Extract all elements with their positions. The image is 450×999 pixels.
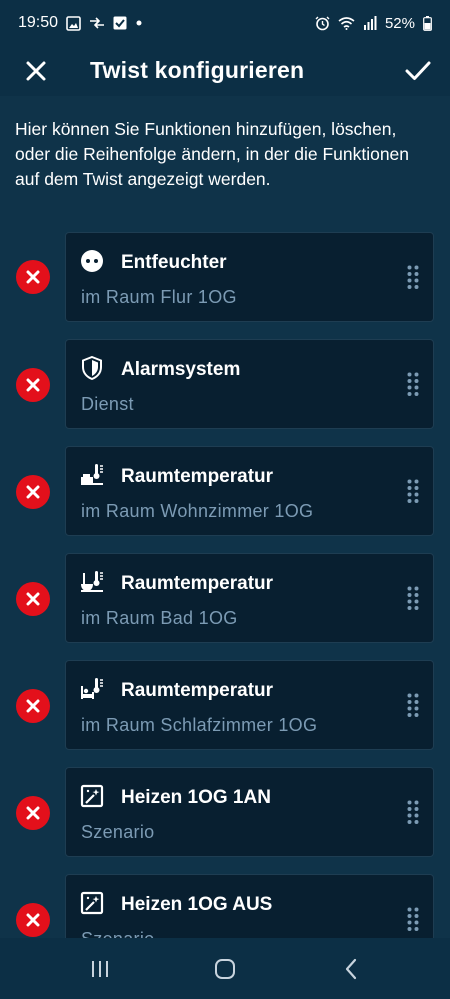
back-icon bbox=[345, 958, 357, 980]
system-nav-bar bbox=[0, 938, 450, 999]
remove-icon bbox=[26, 699, 40, 713]
drag-handle-icon[interactable] bbox=[407, 372, 419, 396]
card-title: Raumtemperatur bbox=[121, 573, 274, 594]
thermostat-bath-icon bbox=[80, 570, 104, 594]
remove-button[interactable] bbox=[16, 475, 50, 509]
function-card[interactable]: Entfeuchter im Raum Flur 1OG bbox=[65, 232, 434, 322]
battery-icon bbox=[423, 15, 432, 31]
close-button[interactable] bbox=[20, 55, 52, 87]
remove-icon bbox=[26, 913, 40, 927]
drag-handle-icon[interactable] bbox=[407, 800, 419, 824]
gallery-notification-icon bbox=[66, 15, 81, 31]
dot-notification-icon bbox=[135, 19, 143, 27]
drag-handle-icon[interactable] bbox=[407, 479, 419, 503]
card-subtitle: im Raum Wohnzimmer 1OG bbox=[81, 501, 314, 521]
list-item: Raumtemperatur im Raum Schlafzimmer 1OG bbox=[0, 660, 450, 752]
checkbox-notification-icon bbox=[113, 16, 127, 30]
card-subtitle: im Raum Bad 1OG bbox=[81, 608, 238, 628]
recent-apps-button[interactable] bbox=[85, 956, 115, 982]
remove-icon bbox=[26, 378, 40, 392]
back-button[interactable] bbox=[336, 956, 366, 982]
list-item: Entfeuchter im Raum Flur 1OG bbox=[0, 232, 450, 324]
status-time: 19:50 bbox=[18, 14, 59, 31]
remove-button[interactable] bbox=[16, 796, 50, 830]
card-title: Raumtemperatur bbox=[121, 466, 274, 487]
card-subtitle: Szenario bbox=[81, 822, 155, 842]
home-button[interactable] bbox=[210, 956, 240, 982]
card-title: Raumtemperatur bbox=[121, 680, 274, 701]
card-title: Entfeuchter bbox=[121, 252, 227, 273]
check-icon bbox=[405, 61, 431, 80]
thermostat-bed-icon bbox=[80, 677, 104, 701]
drag-handle-icon[interactable] bbox=[407, 693, 419, 717]
scenario-icon bbox=[80, 784, 104, 808]
function-card[interactable]: Alarmsystem Dienst bbox=[65, 339, 434, 429]
signal-icon bbox=[363, 16, 377, 30]
drag-handle-icon[interactable] bbox=[407, 586, 419, 610]
battery-percent: 52% bbox=[384, 14, 415, 32]
list-item: Alarmsystem Dienst bbox=[0, 339, 450, 431]
remove-button[interactable] bbox=[16, 368, 50, 402]
list-item: Heizen 1OG AUS Szenario bbox=[0, 874, 450, 938]
transfer-notification-icon bbox=[89, 17, 105, 29]
app-bar: Twist konfigurieren bbox=[0, 46, 450, 96]
content-area[interactable]: Hier können Sie Funktionen hinzufügen, l… bbox=[0, 96, 450, 938]
alarm-clock-icon bbox=[315, 16, 330, 31]
status-bar-left: 19:50 bbox=[18, 14, 143, 32]
card-subtitle: Dienst bbox=[81, 394, 134, 414]
status-bar-right: 52% bbox=[315, 15, 432, 32]
remove-button[interactable] bbox=[16, 260, 50, 294]
card-subtitle: Szenario bbox=[81, 929, 154, 938]
list-item: Raumtemperatur im Raum Wohnzimmer 1OG bbox=[0, 446, 450, 538]
plug-icon bbox=[80, 249, 104, 273]
remove-icon bbox=[26, 806, 40, 820]
list-item: Heizen 1OG 1AN Szenario bbox=[0, 767, 450, 859]
description-text: Hier können Sie Funktionen hinzufügen, l… bbox=[15, 119, 410, 189]
status-bar: 19:50 52% bbox=[0, 0, 450, 46]
list-item: Raumtemperatur im Raum Bad 1OG bbox=[0, 553, 450, 645]
remove-icon bbox=[26, 592, 40, 606]
remove-button[interactable] bbox=[16, 582, 50, 616]
drag-handle-icon[interactable] bbox=[407, 265, 419, 289]
close-icon bbox=[26, 61, 46, 81]
wifi-icon bbox=[338, 16, 355, 30]
function-card[interactable]: Heizen 1OG 1AN Szenario bbox=[65, 767, 434, 857]
shield-icon bbox=[80, 356, 104, 380]
scenario-icon bbox=[80, 891, 104, 915]
remove-button[interactable] bbox=[16, 689, 50, 723]
page-title: Twist konfigurieren bbox=[90, 57, 305, 83]
thermostat-sofa-icon bbox=[80, 463, 104, 487]
card-title: Alarmsystem bbox=[121, 359, 241, 380]
card-title: Heizen 1OG 1AN bbox=[121, 787, 271, 808]
home-icon bbox=[215, 959, 235, 979]
drag-handle-icon[interactable] bbox=[407, 907, 419, 931]
function-card[interactable]: Heizen 1OG AUS Szenario bbox=[65, 874, 434, 938]
function-card[interactable]: Raumtemperatur im Raum Wohnzimmer 1OG bbox=[65, 446, 434, 536]
remove-icon bbox=[26, 270, 40, 284]
recent-apps-icon bbox=[92, 961, 108, 977]
function-card[interactable]: Raumtemperatur im Raum Bad 1OG bbox=[65, 553, 434, 643]
function-card[interactable]: Raumtemperatur im Raum Schlafzimmer 1OG bbox=[65, 660, 434, 750]
card-subtitle: im Raum Flur 1OG bbox=[81, 287, 237, 307]
remove-icon bbox=[26, 485, 40, 499]
remove-button[interactable] bbox=[16, 903, 50, 937]
card-subtitle: im Raum Schlafzimmer 1OG bbox=[81, 715, 318, 735]
card-title: Heizen 1OG AUS bbox=[121, 894, 273, 915]
confirm-button[interactable] bbox=[402, 55, 434, 87]
